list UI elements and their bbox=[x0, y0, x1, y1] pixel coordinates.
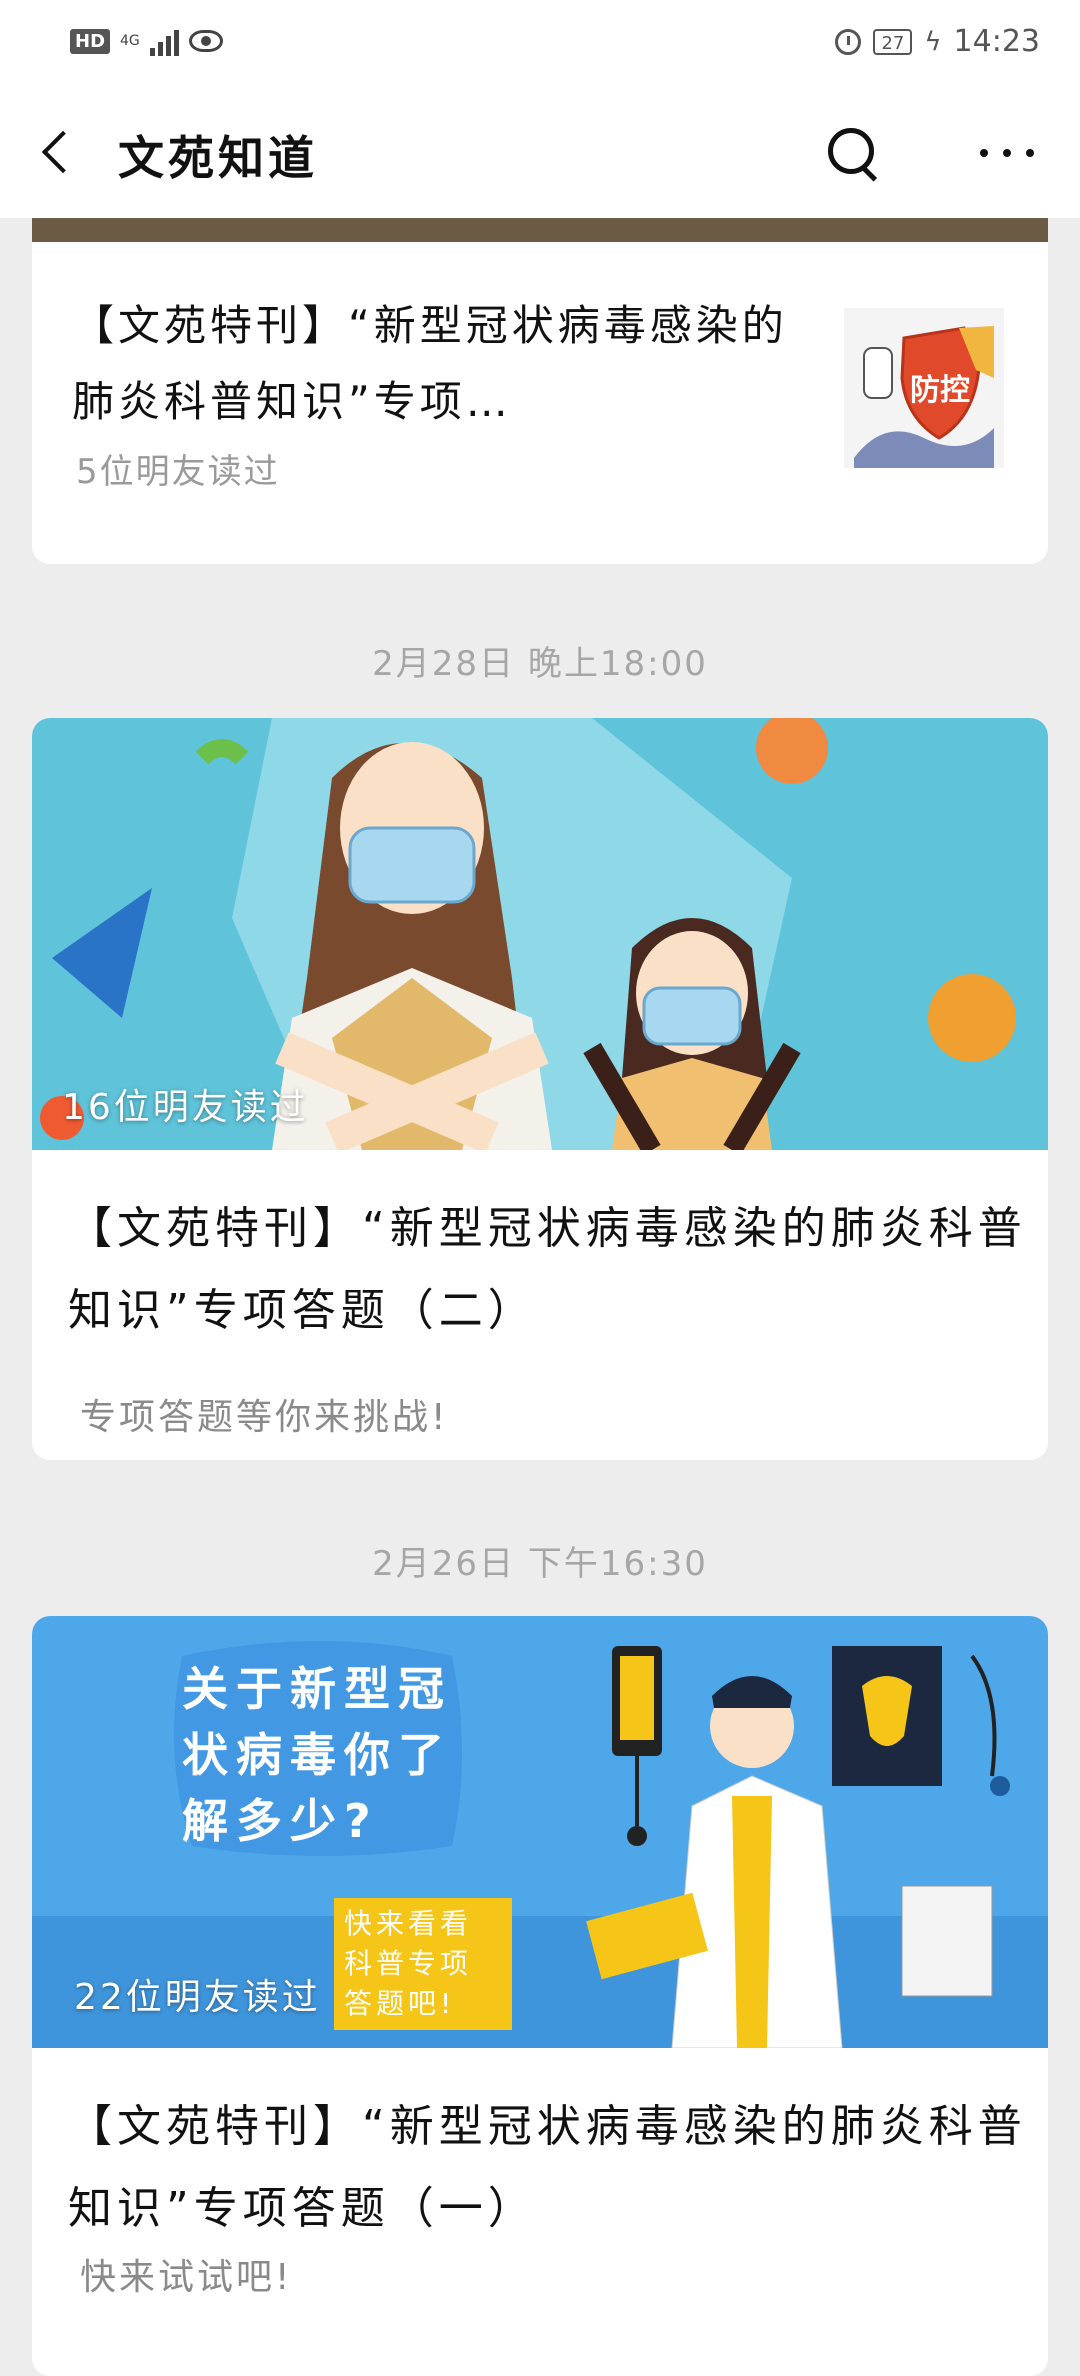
article-thumbnail: 防控 bbox=[844, 308, 1004, 468]
article-card[interactable]: 【文苑特刊】“新型冠状病毒感染的肺炎科普知识”专项… 5位明友读过 防控 bbox=[32, 218, 1048, 564]
friends-read-count: 22位明友读过 bbox=[74, 1977, 321, 2018]
article-title[interactable]: 【文苑特刊】“新型冠状病毒感染的肺炎科普知识”专项… bbox=[72, 288, 792, 440]
status-right: 27 ϟ 14:23 bbox=[835, 24, 1040, 59]
cover-heading: 关于新型冠状病毒你了解多少? bbox=[182, 1662, 452, 1848]
article-card[interactable]: 16位明友读过 【文苑特刊】“新型冠状病毒感染的肺炎科普知识”专项答题（二） 专… bbox=[32, 718, 1048, 1460]
signal-icon bbox=[149, 26, 179, 56]
article-cover-image[interactable]: 16位明友读过 bbox=[32, 718, 1048, 1150]
article-title[interactable]: 【文苑特刊】“新型冠状病毒感染的肺炎科普知识”专项答题（一） bbox=[68, 2086, 1028, 2250]
network-type: 4G bbox=[120, 33, 140, 49]
article-card[interactable]: 关于新型冠状病毒你了解多少? 快来看看科普专项答题吧! 22位明友读过 【文苑特… bbox=[32, 1616, 1048, 2376]
article-subtitle: 快来试试吧! bbox=[80, 2257, 293, 2298]
alarm-icon bbox=[835, 28, 862, 55]
thumbnail-label: 防控 bbox=[910, 373, 970, 408]
friends-read-count: 5位明友读过 bbox=[76, 452, 280, 492]
article-cover-image[interactable]: 关于新型冠状病毒你了解多少? 快来看看科普专项答题吧! 22位明友读过 bbox=[32, 1616, 1048, 2048]
cover-badge: 快来看看科普专项答题吧! bbox=[334, 1898, 512, 2030]
clock: 14:23 bbox=[953, 24, 1040, 59]
timestamp: 2月26日 下午16:30 bbox=[372, 1544, 708, 1584]
friends-read-count: 16位明友读过 bbox=[62, 1087, 309, 1128]
charging-icon: ϟ bbox=[924, 26, 942, 57]
top-bar: 文苑知道 bbox=[0, 90, 1080, 218]
cover-strip bbox=[32, 218, 1048, 242]
article-title[interactable]: 【文苑特刊】“新型冠状病毒感染的肺炎科普知识”专项答题（二） bbox=[68, 1188, 1028, 1352]
eye-comfort-icon bbox=[188, 30, 223, 52]
search-button[interactable] bbox=[820, 120, 886, 186]
timestamp: 2月28日 晚上18:00 bbox=[372, 644, 708, 684]
article-subtitle: 专项答题等你来挑战! bbox=[80, 1397, 449, 1438]
back-button[interactable] bbox=[30, 120, 90, 186]
status-left: HD 4G bbox=[70, 26, 223, 56]
hd-badge: HD bbox=[70, 28, 111, 54]
more-options-button[interactable] bbox=[972, 120, 1042, 186]
page-title: 文苑知道 bbox=[118, 131, 318, 185]
battery-icon: 27 bbox=[873, 28, 913, 55]
status-bar: HD 4G 27 ϟ 14:23 bbox=[0, 0, 1080, 90]
